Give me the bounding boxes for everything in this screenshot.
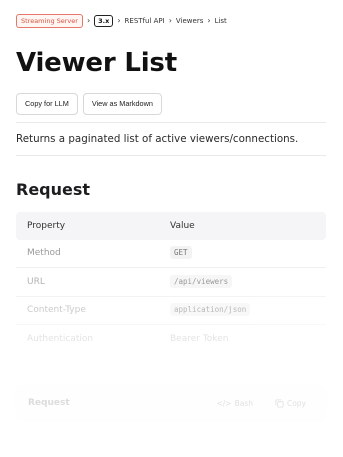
page-title: Viewer List: [16, 48, 177, 78]
request-heading: Request: [16, 180, 91, 199]
language-label: Bash: [234, 398, 253, 408]
property-cell: Method: [27, 248, 61, 259]
value-code: application/json: [170, 303, 251, 317]
version-badge[interactable]: 3.x: [94, 15, 114, 27]
copy-for-llm-button[interactable]: Copy for LLM: [16, 93, 78, 115]
chevron-right-icon: ›: [117, 16, 121, 25]
code-card-title: Request: [28, 398, 70, 408]
value-code: /api/viewers: [170, 274, 233, 288]
table-row: Authentication Bearer Token: [16, 325, 326, 353]
value-text: Bearer Token: [170, 333, 229, 344]
column-header-property: Property: [27, 220, 66, 231]
column-header-value: Value: [170, 220, 195, 231]
page-description: Returns a paginated list of active viewe…: [16, 133, 299, 145]
breadcrumb-item-restful-api[interactable]: RESTful API: [125, 17, 165, 25]
table-row: Method GET: [16, 240, 326, 268]
chevron-right-icon: ›: [86, 16, 91, 25]
value-code: GET: [170, 246, 192, 260]
divider: [16, 155, 326, 156]
copy-label: Copy: [286, 398, 306, 408]
request-table: Property Value Method GET URL /api/viewe…: [16, 212, 326, 353]
code-icon: </>: [216, 398, 232, 408]
language-selector[interactable]: </> Bash: [216, 399, 253, 408]
table-row: URL /api/viewers: [16, 268, 326, 297]
property-cell: Authentication: [27, 333, 94, 344]
breadcrumb-item-list: List: [214, 17, 227, 25]
docs-page: Streaming Server › 3.x › RESTful API › V…: [0, 0, 343, 457]
divider: [16, 122, 326, 123]
breadcrumb: Streaming Server › 3.x › RESTful API › V…: [16, 14, 227, 28]
table-header-row: Property Value: [16, 212, 326, 240]
copy-code-button[interactable]: Copy: [275, 399, 306, 408]
page-actions: Copy for LLM View as Markdown: [16, 93, 162, 115]
breadcrumb-item-viewers[interactable]: Viewers: [176, 17, 203, 25]
property-cell: URL: [27, 276, 45, 287]
request-code-card: Request </> Bash Copy: [16, 385, 326, 421]
property-cell: Content-Type: [27, 305, 86, 316]
view-as-markdown-button[interactable]: View as Markdown: [82, 93, 162, 115]
copy-icon: [275, 398, 284, 408]
chevron-right-icon: ›: [207, 16, 211, 25]
chevron-right-icon: ›: [168, 16, 172, 25]
product-badge[interactable]: Streaming Server: [16, 14, 83, 28]
table-row: Content-Type application/json: [16, 297, 326, 325]
